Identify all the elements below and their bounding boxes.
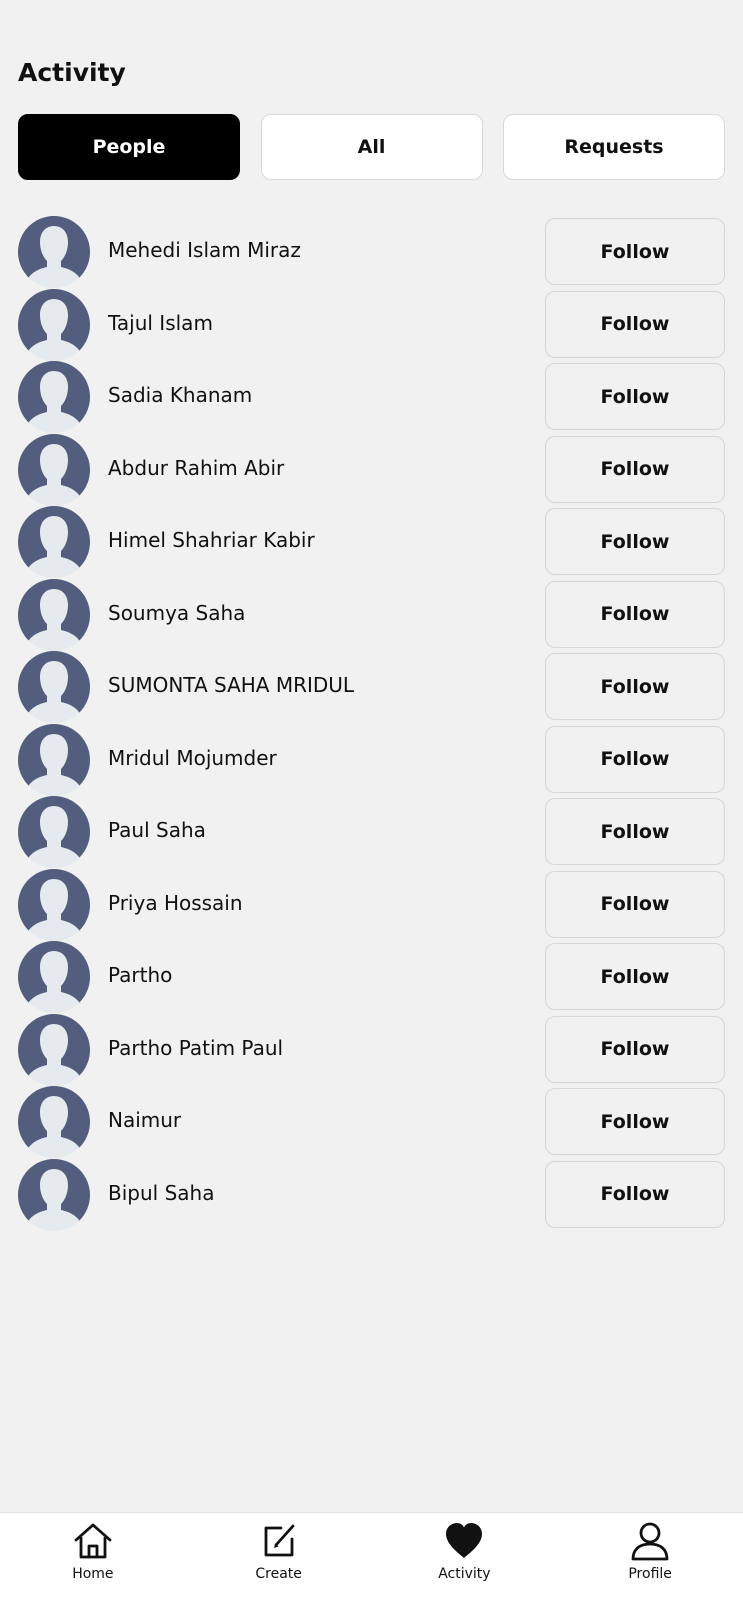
default-avatar-icon xyxy=(18,506,90,578)
tab-bar: People All Requests xyxy=(18,114,725,180)
list-item[interactable]: Partho Follow xyxy=(0,941,743,1014)
follow-button[interactable]: Follow xyxy=(545,943,725,1010)
default-avatar-icon xyxy=(18,216,90,288)
follow-button[interactable]: Follow xyxy=(545,218,725,285)
avatar[interactable] xyxy=(18,941,90,1013)
person-name[interactable]: Soumya Saha xyxy=(108,601,245,625)
avatar[interactable] xyxy=(18,723,90,796)
person-name[interactable]: Naimur xyxy=(108,1108,181,1132)
avatar[interactable] xyxy=(18,506,90,578)
follow-button[interactable]: Follow xyxy=(545,653,725,720)
list-item[interactable]: Sadia Khanam Follow xyxy=(0,361,743,434)
avatar[interactable] xyxy=(18,868,90,941)
default-avatar-icon xyxy=(18,1158,90,1231)
list-item[interactable]: Mridul Mojumder Follow xyxy=(0,723,743,797)
nav-create-label: Create xyxy=(255,1566,302,1582)
person-name[interactable]: SUMONTA SAHA MRIDUL xyxy=(108,673,354,697)
list-item[interactable]: Himel Shahriar Kabir Follow xyxy=(0,506,743,579)
nav-home-label: Home xyxy=(72,1566,114,1582)
person-name[interactable]: Himel Shahriar Kabir xyxy=(108,528,315,552)
nav-create[interactable]: Create xyxy=(186,1513,372,1600)
default-avatar-icon xyxy=(18,361,90,433)
nav-activity-label: Activity xyxy=(438,1566,491,1582)
avatar[interactable] xyxy=(18,216,90,288)
list-item[interactable]: Abdur Rahim Abir Follow xyxy=(0,433,743,507)
tab-all[interactable]: All xyxy=(260,114,483,180)
follow-button[interactable]: Follow xyxy=(545,1088,725,1155)
person-name[interactable]: Bipul Saha xyxy=(108,1181,214,1205)
follow-button[interactable]: Follow xyxy=(545,290,725,358)
follow-button[interactable]: Follow xyxy=(545,1160,725,1228)
default-avatar-icon xyxy=(18,433,90,506)
follow-button[interactable]: Follow xyxy=(545,435,725,503)
follow-button[interactable]: Follow xyxy=(545,798,725,865)
nav-profile-label: Profile xyxy=(628,1566,672,1582)
nav-home[interactable]: Home xyxy=(0,1513,186,1600)
activity-screen: Activity People All Requests Mehedi Isla… xyxy=(0,0,743,1600)
follow-button[interactable]: Follow xyxy=(545,508,725,575)
list-item[interactable]: Mehedi Islam Miraz Follow xyxy=(0,216,743,289)
list-item[interactable]: SUMONTA SAHA MRIDUL Follow xyxy=(0,651,743,724)
default-avatar-icon xyxy=(18,288,90,361)
people-list: Mehedi Islam Miraz Follow Tajul Islam Follo… xyxy=(0,216,743,1231)
nav-activity[interactable]: Activity xyxy=(372,1513,558,1600)
default-avatar-icon xyxy=(18,868,90,941)
list-item[interactable]: Bipul Saha Follow xyxy=(0,1158,743,1232)
person-name[interactable]: Mridul Mojumder xyxy=(108,746,277,770)
list-item[interactable]: Priya Hossain Follow xyxy=(0,868,743,942)
person-name[interactable]: Partho Patim Paul xyxy=(108,1036,283,1060)
default-avatar-icon xyxy=(18,941,90,1013)
avatar[interactable] xyxy=(18,433,90,506)
list-item[interactable]: Paul Saha Follow xyxy=(0,796,743,869)
avatar[interactable] xyxy=(18,288,90,361)
bottom-navigation: Home Create Activity Profile xyxy=(0,1512,743,1600)
person-name[interactable]: Mehedi Islam Miraz xyxy=(108,238,301,262)
edit-icon xyxy=(257,1519,301,1563)
person-name[interactable]: Partho xyxy=(108,963,172,987)
person-name[interactable]: Priya Hossain xyxy=(108,891,243,915)
person-name[interactable]: Paul Saha xyxy=(108,818,206,842)
person-name[interactable]: Abdur Rahim Abir xyxy=(108,456,284,480)
avatar[interactable] xyxy=(18,651,90,723)
default-avatar-icon xyxy=(18,723,90,796)
nav-profile[interactable]: Profile xyxy=(557,1513,743,1600)
default-avatar-icon xyxy=(18,578,90,651)
avatar[interactable] xyxy=(18,578,90,651)
list-item[interactable]: Naimur Follow xyxy=(0,1086,743,1159)
tab-requests[interactable]: Requests xyxy=(503,114,725,180)
tab-people[interactable]: People xyxy=(18,114,240,180)
follow-button[interactable]: Follow xyxy=(545,580,725,648)
follow-button[interactable]: Follow xyxy=(545,363,725,430)
follow-button[interactable]: Follow xyxy=(545,870,725,938)
list-item[interactable]: Soumya Saha Follow xyxy=(0,578,743,652)
avatar[interactable] xyxy=(18,796,90,868)
avatar[interactable] xyxy=(18,1086,90,1158)
default-avatar-icon xyxy=(18,796,90,868)
avatar[interactable] xyxy=(18,1158,90,1231)
person-name[interactable]: Tajul Islam xyxy=(108,311,213,335)
list-item[interactable]: Partho Patim Paul Follow xyxy=(0,1013,743,1087)
follow-button[interactable]: Follow xyxy=(545,725,725,793)
avatar[interactable] xyxy=(18,1013,90,1086)
list-item[interactable]: Tajul Islam Follow xyxy=(0,288,743,362)
page-title: Activity xyxy=(18,58,126,87)
user-icon xyxy=(628,1519,672,1563)
follow-button[interactable]: Follow xyxy=(545,1015,725,1083)
person-name[interactable]: Sadia Khanam xyxy=(108,383,252,407)
default-avatar-icon xyxy=(18,651,90,723)
default-avatar-icon xyxy=(18,1013,90,1086)
avatar[interactable] xyxy=(18,361,90,433)
default-avatar-icon xyxy=(18,1086,90,1158)
heart-icon xyxy=(442,1519,486,1563)
home-icon xyxy=(71,1519,115,1563)
